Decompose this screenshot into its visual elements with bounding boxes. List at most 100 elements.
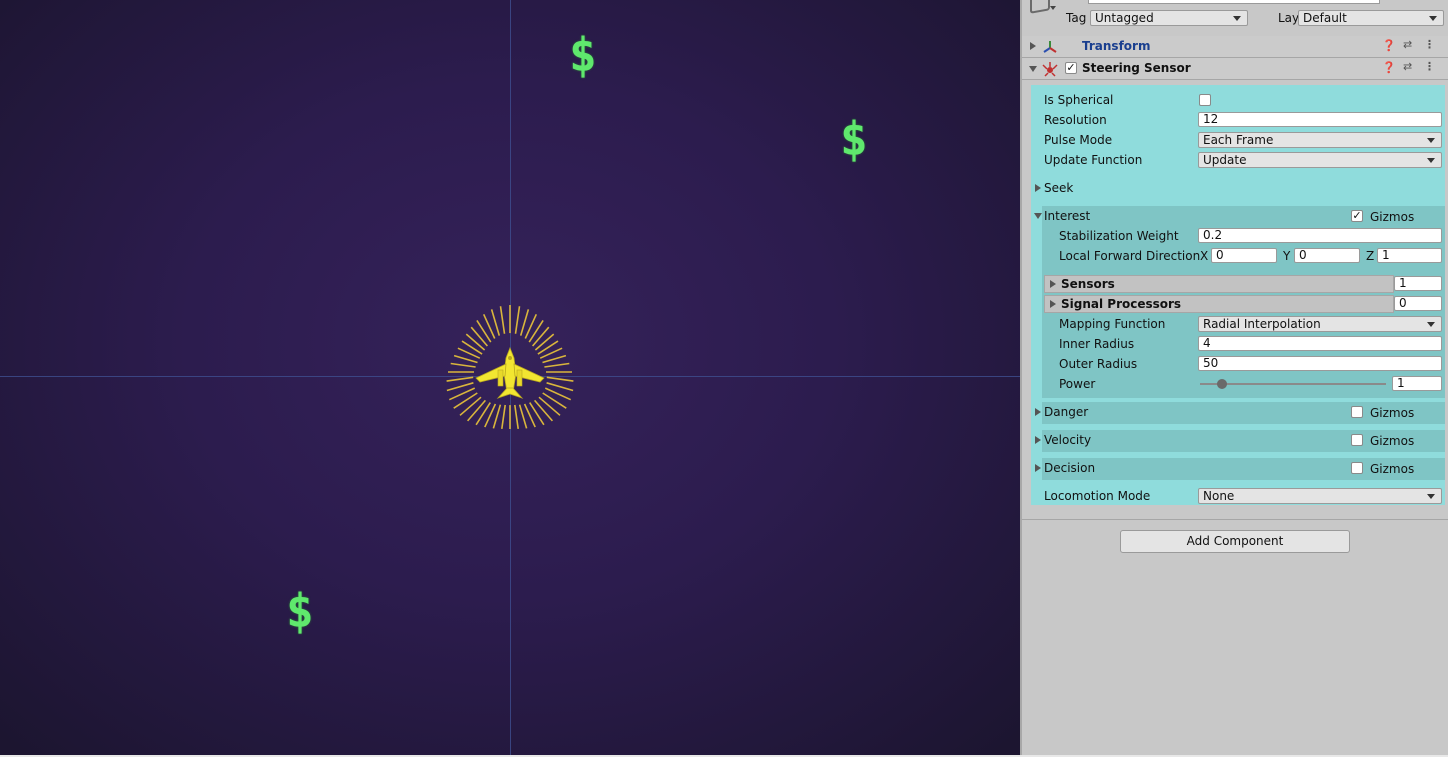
interest-foldout-icon[interactable] bbox=[1034, 213, 1042, 219]
transform-title: Transform bbox=[1082, 39, 1151, 53]
pulse-mode-value: Each Frame bbox=[1203, 133, 1274, 147]
power-field[interactable]: 1 bbox=[1392, 376, 1442, 391]
foldout-arrow-icon[interactable] bbox=[1030, 42, 1036, 50]
signal-processors-label: Signal Processors bbox=[1061, 297, 1182, 311]
foldout-arrow-icon[interactable] bbox=[1029, 66, 1037, 72]
locomotion-mode-dropdown[interactable]: None bbox=[1198, 488, 1442, 504]
steering-sensor-header[interactable]: ✓ Steering Sensor ❓ ⇄ ⋮ bbox=[1022, 58, 1448, 80]
y-label: Y bbox=[1283, 249, 1291, 263]
coin-pickup[interactable]: $ bbox=[840, 116, 868, 162]
sensor-ray bbox=[446, 382, 474, 392]
chevron-down-icon bbox=[1427, 138, 1435, 143]
sensors-label: Sensors bbox=[1061, 277, 1115, 291]
sensors-list-header[interactable]: Sensors bbox=[1044, 275, 1394, 293]
decision-label[interactable]: Decision bbox=[1044, 461, 1095, 475]
sensor-ray bbox=[542, 354, 567, 364]
velocity-label[interactable]: Velocity bbox=[1044, 433, 1091, 447]
mapping-function-dropdown[interactable]: Radial Interpolation bbox=[1198, 316, 1442, 332]
resolution-field[interactable]: 12 bbox=[1198, 112, 1442, 127]
interest-gizmos-checkbox[interactable]: ✓ bbox=[1351, 210, 1363, 222]
signal-processors-foldout-icon[interactable] bbox=[1050, 300, 1056, 308]
sensor-ray bbox=[518, 404, 528, 429]
coin-pickup[interactable]: $ bbox=[286, 588, 314, 634]
chevron-down-icon bbox=[1427, 158, 1435, 163]
decision-foldout-icon[interactable] bbox=[1035, 464, 1041, 472]
chevron-down-icon bbox=[1429, 16, 1437, 21]
coin-pickup[interactable]: $ bbox=[569, 32, 597, 78]
local-forward-x-field[interactable]: 0 bbox=[1211, 248, 1277, 263]
sensor-ray bbox=[533, 399, 554, 422]
sensor-ray bbox=[453, 354, 478, 364]
outer-radius-field[interactable]: 50 bbox=[1198, 356, 1442, 371]
inner-radius-label: Inner Radius bbox=[1059, 337, 1135, 351]
component-divider bbox=[1022, 519, 1448, 520]
layer-dropdown[interactable]: Default bbox=[1298, 10, 1444, 26]
transform-header[interactable]: Transform ❓ ⇄ ⋮ bbox=[1022, 36, 1448, 58]
is-spherical-label: Is Spherical bbox=[1044, 93, 1114, 107]
signal-processors-count-field[interactable]: 0 bbox=[1394, 296, 1442, 311]
sensor-ray bbox=[466, 399, 487, 422]
component-enabled-checkbox[interactable]: ✓ bbox=[1065, 62, 1077, 74]
x-label: X bbox=[1200, 249, 1209, 263]
more-options-icon[interactable]: ⋮ bbox=[1424, 38, 1435, 51]
danger-label[interactable]: Danger bbox=[1044, 405, 1088, 419]
sensor-ray bbox=[544, 362, 570, 368]
help-icon[interactable]: ❓ bbox=[1382, 39, 1396, 52]
danger-foldout-icon[interactable] bbox=[1035, 408, 1041, 416]
more-options-icon[interactable]: ⋮ bbox=[1424, 60, 1435, 73]
steering-sensor-title: Steering Sensor bbox=[1082, 61, 1191, 75]
sensors-foldout-icon[interactable] bbox=[1050, 280, 1056, 288]
update-function-dropdown[interactable]: Update bbox=[1198, 152, 1442, 168]
seek-label[interactable]: Seek bbox=[1044, 181, 1073, 195]
locomotion-mode-label: Locomotion Mode bbox=[1044, 489, 1151, 503]
tag-value: Untagged bbox=[1095, 11, 1154, 25]
stabilization-weight-label: Stabilization Weight bbox=[1059, 229, 1179, 243]
scene-view[interactable]: $ $ $ bbox=[0, 0, 1020, 757]
signal-processors-list-header[interactable]: Signal Processors bbox=[1044, 295, 1394, 313]
sensor-ray bbox=[459, 396, 482, 416]
sensor-ray bbox=[534, 333, 555, 351]
help-icon[interactable]: ❓ bbox=[1382, 61, 1396, 74]
local-forward-y-field[interactable]: 0 bbox=[1294, 248, 1360, 263]
is-spherical-checkbox[interactable] bbox=[1199, 94, 1211, 106]
transform-icon bbox=[1043, 41, 1057, 53]
gameobject-icon[interactable] bbox=[1030, 0, 1050, 14]
inner-radius-field[interactable]: 4 bbox=[1198, 336, 1442, 351]
preset-icon[interactable]: ⇄ bbox=[1403, 38, 1412, 51]
local-forward-z-field[interactable]: 1 bbox=[1377, 248, 1442, 263]
mapping-function-value: Radial Interpolation bbox=[1203, 317, 1321, 331]
tag-dropdown[interactable]: Untagged bbox=[1090, 10, 1248, 26]
power-slider-track[interactable] bbox=[1200, 383, 1386, 385]
add-component-button[interactable]: Add Component bbox=[1120, 530, 1350, 553]
chevron-down-icon[interactable] bbox=[1050, 6, 1056, 10]
mapping-function-label: Mapping Function bbox=[1059, 317, 1166, 331]
velocity-foldout-icon[interactable] bbox=[1035, 436, 1041, 444]
sensor-ray bbox=[546, 376, 574, 382]
preset-icon[interactable]: ⇄ bbox=[1403, 60, 1412, 73]
locomotion-mode-value: None bbox=[1203, 489, 1235, 503]
danger-gizmos-checkbox[interactable] bbox=[1351, 406, 1363, 418]
sensor-ray bbox=[501, 404, 506, 430]
sensor-ray bbox=[531, 326, 550, 347]
outer-radius-label: Outer Radius bbox=[1059, 357, 1138, 371]
sensor-ray bbox=[546, 382, 574, 392]
layer-value: Default bbox=[1303, 11, 1347, 25]
name-field-edge[interactable] bbox=[1088, 0, 1380, 4]
ship-icon[interactable] bbox=[475, 346, 545, 399]
stabilization-weight-field[interactable]: 0.2 bbox=[1198, 228, 1442, 243]
velocity-gizmos-checkbox[interactable] bbox=[1351, 434, 1363, 446]
sensor-ray bbox=[465, 333, 486, 351]
update-function-value: Update bbox=[1203, 153, 1247, 167]
interest-label[interactable]: Interest bbox=[1044, 209, 1090, 223]
chevron-down-icon bbox=[1233, 16, 1241, 21]
sensors-count-field[interactable]: 1 bbox=[1394, 276, 1442, 291]
chevron-down-icon bbox=[1427, 322, 1435, 327]
local-forward-direction-label: Local Forward Direction bbox=[1059, 249, 1201, 263]
seek-foldout-icon[interactable] bbox=[1035, 184, 1041, 192]
decision-gizmos-checkbox[interactable] bbox=[1351, 462, 1363, 474]
decision-gizmos-label: Gizmos bbox=[1370, 462, 1415, 476]
steering-sensor-gizmo[interactable] bbox=[440, 296, 580, 446]
sensor-ray bbox=[538, 396, 561, 416]
danger-gizmos-label: Gizmos bbox=[1370, 406, 1415, 420]
pulse-mode-dropdown[interactable]: Each Frame bbox=[1198, 132, 1442, 148]
